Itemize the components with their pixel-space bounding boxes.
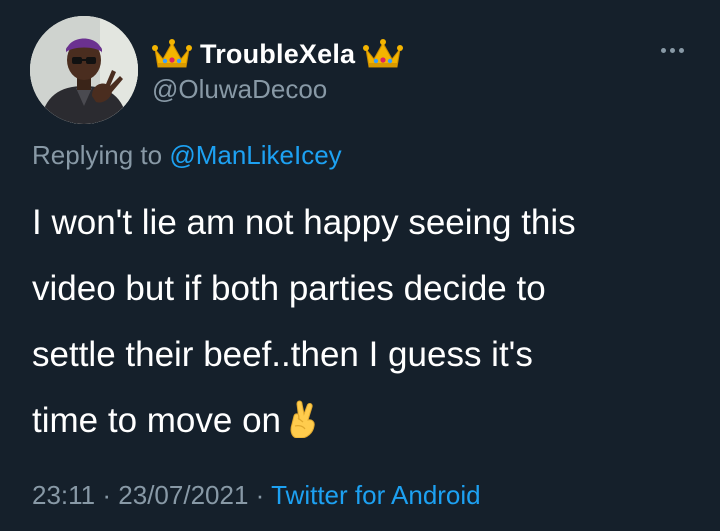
tweet-card: TroubleXela @OluwaDecoo Replying to @Man… xyxy=(0,0,720,531)
author-name-row[interactable]: TroubleXela xyxy=(152,34,404,74)
more-dot xyxy=(660,47,666,53)
profile-photo-icon xyxy=(30,16,138,124)
author-handle[interactable]: @OluwaDecoo xyxy=(152,74,327,105)
tweet-text-line-last: time to move on xyxy=(32,388,702,454)
replying-to-label: Replying to xyxy=(32,140,163,170)
replying-to-line: Replying to @ManLikeIcey xyxy=(32,140,342,171)
avatar[interactable] xyxy=(30,16,138,124)
tweet-text-line: video but if both parties decide to xyxy=(32,269,546,308)
tweet-text-line: time to move on xyxy=(32,401,281,440)
tweet-text: I won't lie am not happy seeing this vid… xyxy=(32,190,702,454)
more-dot xyxy=(678,47,684,53)
crown-icon xyxy=(363,37,404,71)
author-display-name[interactable]: TroubleXela xyxy=(200,39,355,70)
tweet-source-link[interactable]: Twitter for Android xyxy=(271,480,481,510)
meta-separator: · xyxy=(255,480,265,510)
tweet-time[interactable]: 23:11 xyxy=(32,480,95,510)
more-options-icon[interactable] xyxy=(652,38,692,62)
meta-separator: · xyxy=(102,480,112,510)
tweet-text-line: I won't lie am not happy seeing this xyxy=(32,203,576,242)
reply-mention-link[interactable]: @ManLikeIcey xyxy=(169,140,341,170)
crossed-fingers-emoji-icon xyxy=(287,400,319,438)
more-dot xyxy=(669,47,675,53)
tweet-meta: 23:11 · 23/07/2021 · Twitter for Android xyxy=(32,480,481,511)
tweet-date[interactable]: 23/07/2021 xyxy=(118,480,248,510)
tweet-text-line: settle their beef..then I guess it's xyxy=(32,335,533,374)
crown-icon xyxy=(152,37,192,71)
